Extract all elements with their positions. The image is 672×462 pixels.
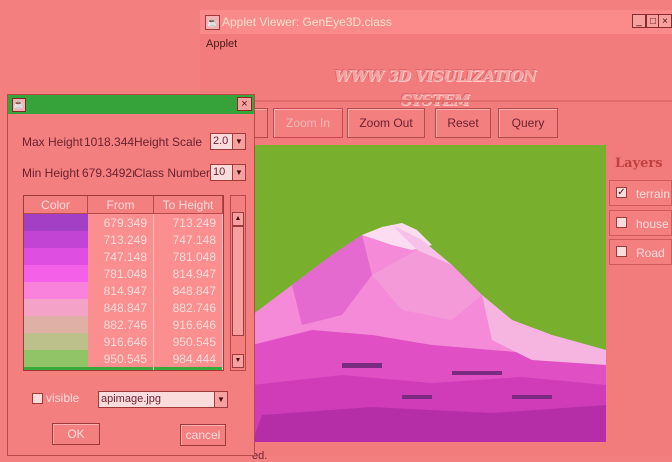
applet-window: ☕ Applet Viewer: GenEye3D.class _ □ × Ap… [200,10,672,462]
java-cup-icon: ☕ [12,98,26,112]
to-height-cell[interactable]: 848.847 [154,282,223,300]
from-height-cell[interactable]: 848.847 [88,299,154,317]
reset-button[interactable]: Reset [435,108,491,138]
color-swatch[interactable] [24,299,88,317]
title-bar[interactable]: ☕ Applet Viewer: GenEye3D.class _ □ × [200,10,672,34]
height-scale-value: 2.0 [213,135,229,147]
visible-checkbox[interactable] [32,393,43,404]
to-height-cell[interactable]: 882.746 [154,299,223,317]
chevron-down-icon: ▼ [214,392,227,407]
dialog-close-button[interactable]: × [237,97,252,111]
color-swatch[interactable] [24,282,88,300]
minimize-button[interactable]: _ [632,14,646,28]
terrain-render [252,223,606,442]
page-heading: WWW 3D VISULIZATION SYSTEM [334,67,536,109]
layer-road[interactable]: Road [609,239,672,265]
table-scrollbar[interactable]: ▲ ▼ [230,195,246,371]
menu-applet[interactable]: Applet [206,38,237,50]
layer-road-label: Road [636,246,665,260]
min-height-label: Min Height [22,166,80,180]
height-scale-select[interactable]: 2.0 ▼ [210,133,246,150]
chevron-down-icon: ▼ [232,134,245,149]
color-swatch[interactable] [24,214,88,232]
close-button[interactable]: × [658,14,672,28]
table-row[interactable]: 814.947 848.847 [24,282,223,300]
layer-road-checkbox[interactable] [616,246,627,257]
separator [200,100,672,102]
layer-terrain-label: terrain [636,187,671,201]
table-row[interactable]: 747.148 781.048 [24,248,223,266]
color-swatch[interactable] [24,350,88,368]
from-height-cell[interactable]: 916.646 [88,333,154,351]
layer-house-label: house [636,217,669,231]
scroll-thumb[interactable] [232,226,244,336]
color-swatch[interactable] [24,265,88,283]
color-swatch[interactable] [24,231,88,249]
table-row[interactable]: 848.847 882.746 [24,299,223,317]
query-button[interactable]: Query [498,108,558,138]
column-header-from[interactable]: From Height [88,196,154,230]
column-header-color[interactable]: Color [24,196,88,214]
max-height-value: 1018.344 [84,135,135,149]
color-class-table[interactable]: Color From Height To Height 679.349713.2… [23,195,224,371]
class-number-label: Class Number [134,166,211,180]
layers-title: Layers [615,156,663,171]
from-height-cell[interactable]: 679.349 [88,214,154,232]
to-height-cell[interactable]: 814.947 [154,265,223,283]
cancel-button[interactable]: cancel [180,424,226,446]
image-select-value: apimage.jpg [101,393,161,405]
terrain-3d-view[interactable] [252,145,606,442]
color-class-dialog: ☕ × Max Height 1018.344 Height Scale 2.0… [7,94,255,456]
scroll-down-arrow[interactable]: ▼ [232,354,244,368]
to-height-cell[interactable]: 747.148 [154,231,223,249]
scroll-up-arrow[interactable]: ▲ [232,212,244,226]
table-row[interactable]: 950.545 984.444 [24,350,223,368]
color-swatch[interactable] [24,248,88,266]
class-number-value: 10 [213,166,226,178]
table-row[interactable]: 984.4441,018.344 [24,367,223,370]
to-height-cell[interactable]: 916.646 [154,316,223,334]
java-cup-icon: ☕ [205,15,220,30]
to-height-cell[interactable]: 713.249 [154,214,223,232]
from-height-cell[interactable]: 747.148 [88,248,154,266]
zoom-out-button[interactable]: Zoom Out [347,108,425,138]
layers-panel: Layers ✓ terrain house Road [607,148,672,276]
layer-house[interactable]: house [609,210,672,236]
class-number-select[interactable]: 10 ▼ [210,164,246,181]
to-height-cell[interactable]: 950.545 [154,333,223,351]
zoom-in-button[interactable]: Zoom In [273,108,343,138]
to-height-cell[interactable]: 984.444 [154,350,223,368]
height-scale-label: Height Scale [134,135,203,149]
table-row[interactable]: 916.646 950.545 [24,333,223,351]
from-height-cell[interactable]: 814.947 [88,282,154,300]
to-height-cell[interactable]: 1,018.344 [154,367,223,370]
color-swatch[interactable] [24,333,88,351]
max-height-label: Max Height [22,135,83,149]
window-title: Applet Viewer: GenEye3D.class [222,15,392,29]
layer-house-checkbox[interactable] [616,217,627,228]
visible-label: visible [46,391,80,405]
layer-terrain-checkbox[interactable]: ✓ [616,187,627,198]
from-height-cell[interactable]: 882.746 [88,316,154,334]
color-swatch[interactable] [24,316,88,334]
chevron-down-icon: ▼ [232,165,245,180]
ok-button[interactable]: OK [52,423,100,445]
table-row[interactable]: 713.249 747.148 [24,231,223,249]
from-height-cell[interactable]: 781.048 [88,265,154,283]
layer-terrain[interactable]: ✓ terrain [609,180,672,206]
from-height-cell[interactable]: 713.249 [88,231,154,249]
image-select[interactable]: apimage.jpg ▼ [98,391,228,408]
to-height-cell[interactable]: 781.048 [154,248,223,266]
color-swatch[interactable] [24,367,88,370]
dialog-title-bar[interactable]: ☕ × [8,95,254,114]
min-height-value: 679.3492ı [82,166,136,180]
table-row[interactable]: 781.048 814.947 [24,265,223,283]
column-header-to[interactable]: To Height [154,196,223,214]
table-row[interactable]: 882.746 916.646 [24,316,223,334]
table-row[interactable]: 679.349 713.249 [24,214,223,232]
from-height-cell[interactable]: 950.545 [88,350,154,368]
from-height-cell[interactable]: 984.444 [88,367,154,370]
